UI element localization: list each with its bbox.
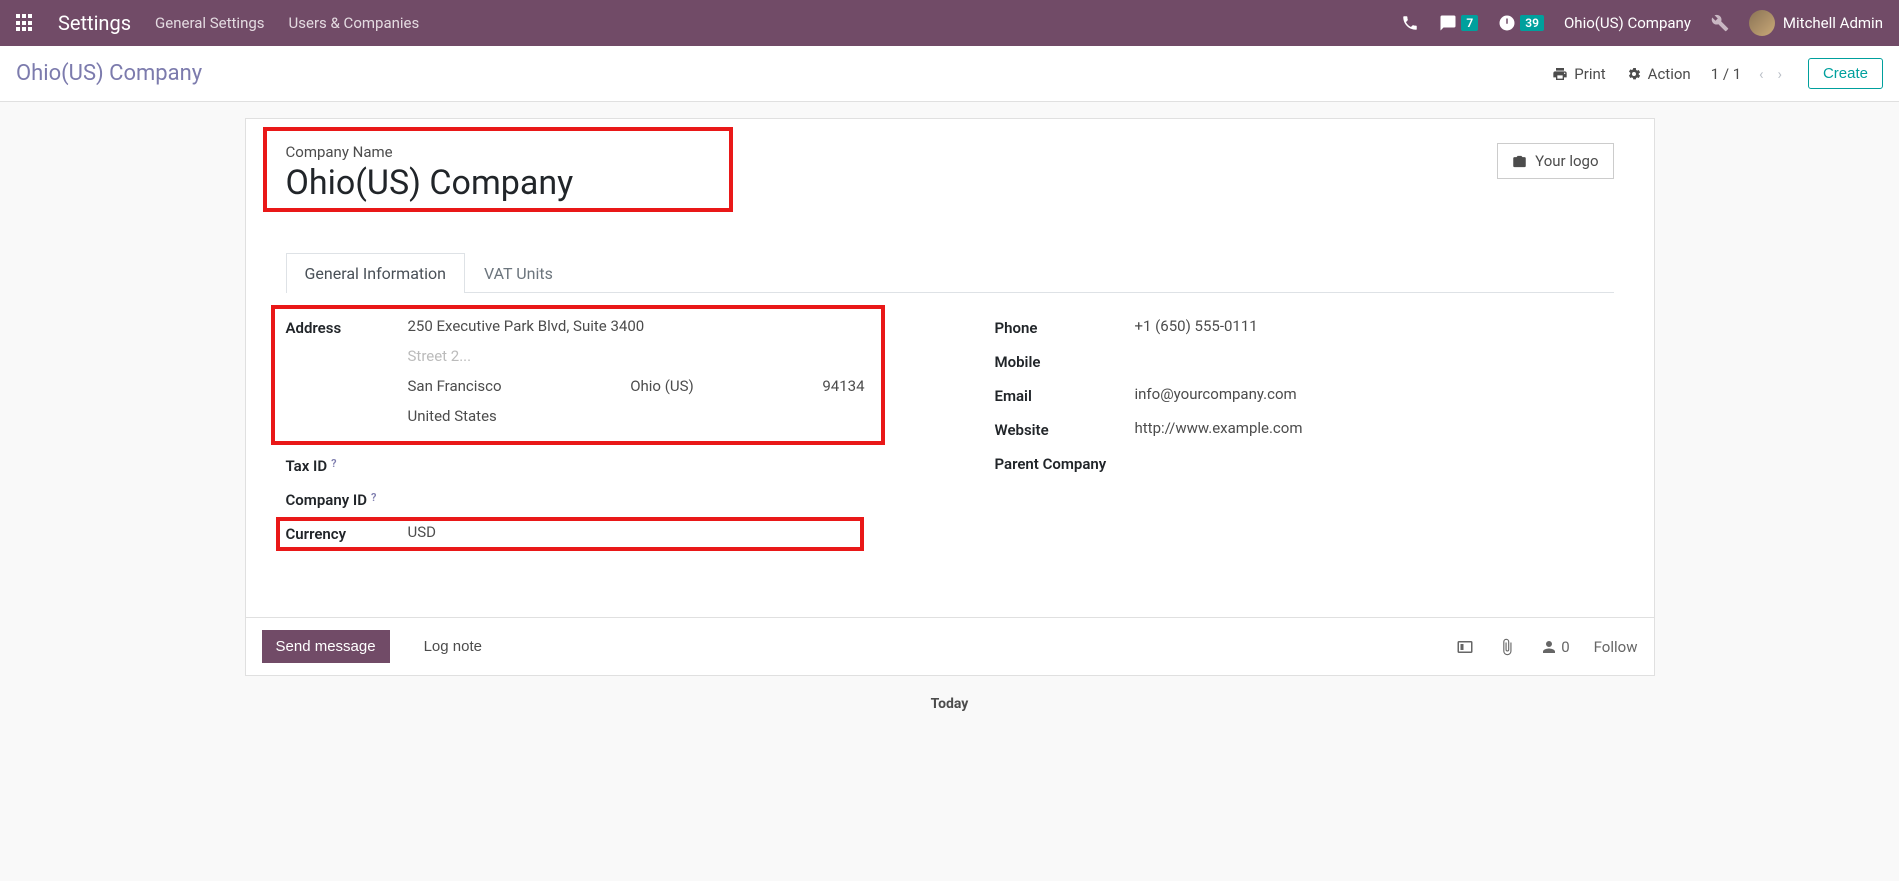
- currency-label: Currency: [286, 523, 408, 543]
- today-separator: Today: [245, 696, 1655, 712]
- pager-next[interactable]: ›: [1771, 61, 1788, 87]
- country-field[interactable]: United States: [408, 407, 905, 425]
- company-name-field[interactable]: Ohio(US) Company: [286, 163, 1614, 203]
- address-label: Address: [286, 317, 408, 337]
- company-switcher[interactable]: Ohio(US) Company: [1564, 14, 1691, 32]
- website-label: Website: [995, 419, 1135, 439]
- city-field[interactable]: San Francisco: [408, 377, 502, 395]
- avatar[interactable]: [1749, 10, 1775, 36]
- street-field[interactable]: 250 Executive Park Blvd, Suite 3400: [408, 317, 905, 335]
- followers-count[interactable]: 0: [1540, 638, 1569, 656]
- control-panel: Ohio(US) Company Print Action 1 / 1 ‹ › …: [0, 46, 1899, 102]
- send-message-button[interactable]: Send message: [262, 630, 390, 663]
- apps-icon[interactable]: [16, 14, 34, 32]
- zip-field[interactable]: 94134: [822, 377, 864, 395]
- website-field[interactable]: http://www.example.com: [1135, 419, 1614, 437]
- help-icon[interactable]: ?: [331, 457, 336, 470]
- top-navigation: Settings General Settings Users & Compan…: [0, 0, 1899, 46]
- company-name-label: Company Name: [286, 143, 1614, 161]
- follow-button[interactable]: Follow: [1594, 638, 1638, 656]
- action-label: Action: [1648, 65, 1691, 83]
- voip-icon[interactable]: [1401, 14, 1419, 32]
- book-icon[interactable]: [1456, 638, 1474, 656]
- activities-icon[interactable]: 39: [1498, 14, 1544, 32]
- user-menu[interactable]: Mitchell Admin: [1783, 14, 1883, 32]
- pager-prev[interactable]: ‹: [1753, 61, 1770, 87]
- app-title: Settings: [58, 11, 131, 35]
- print-button[interactable]: Print: [1552, 65, 1605, 83]
- log-note-button[interactable]: Log note: [410, 630, 496, 663]
- email-label: Email: [995, 385, 1135, 405]
- create-button[interactable]: Create: [1808, 58, 1883, 89]
- breadcrumb[interactable]: Ohio(US) Company: [16, 61, 202, 86]
- tabs: General Information VAT Units: [286, 253, 1614, 293]
- email-field[interactable]: info@yourcompany.com: [1135, 385, 1614, 403]
- pager: 1 / 1 ‹ ›: [1711, 61, 1788, 87]
- messages-badge: 7: [1461, 15, 1478, 31]
- phone-field[interactable]: +1 (650) 555-0111: [1135, 317, 1614, 335]
- phone-label: Phone: [995, 317, 1135, 337]
- nav-general-settings[interactable]: General Settings: [155, 14, 265, 32]
- debug-icon[interactable]: [1711, 14, 1729, 32]
- state-field[interactable]: Ohio (US): [630, 377, 694, 395]
- form-sheet: Your logo Company Name Ohio(US) Company …: [245, 118, 1655, 618]
- activities-badge: 39: [1520, 15, 1544, 31]
- print-label: Print: [1574, 65, 1605, 83]
- nav-users-companies[interactable]: Users & Companies: [289, 14, 420, 32]
- messaging-icon[interactable]: 7: [1439, 14, 1478, 32]
- street2-field[interactable]: Street 2...: [408, 347, 905, 365]
- help-icon[interactable]: ?: [371, 491, 376, 504]
- tab-general-information[interactable]: General Information: [286, 253, 466, 293]
- chatter-toolbar: Send message Log note 0 Follow: [245, 618, 1655, 676]
- company-id-label: Company ID: [286, 491, 367, 509]
- attachment-icon[interactable]: [1498, 638, 1516, 656]
- mobile-label: Mobile: [995, 351, 1135, 371]
- currency-field[interactable]: USD: [408, 523, 905, 541]
- action-button[interactable]: Action: [1626, 65, 1691, 83]
- tax-id-label: Tax ID: [286, 457, 328, 475]
- tab-vat-units[interactable]: VAT Units: [465, 253, 572, 293]
- parent-company-label: Parent Company: [995, 453, 1135, 473]
